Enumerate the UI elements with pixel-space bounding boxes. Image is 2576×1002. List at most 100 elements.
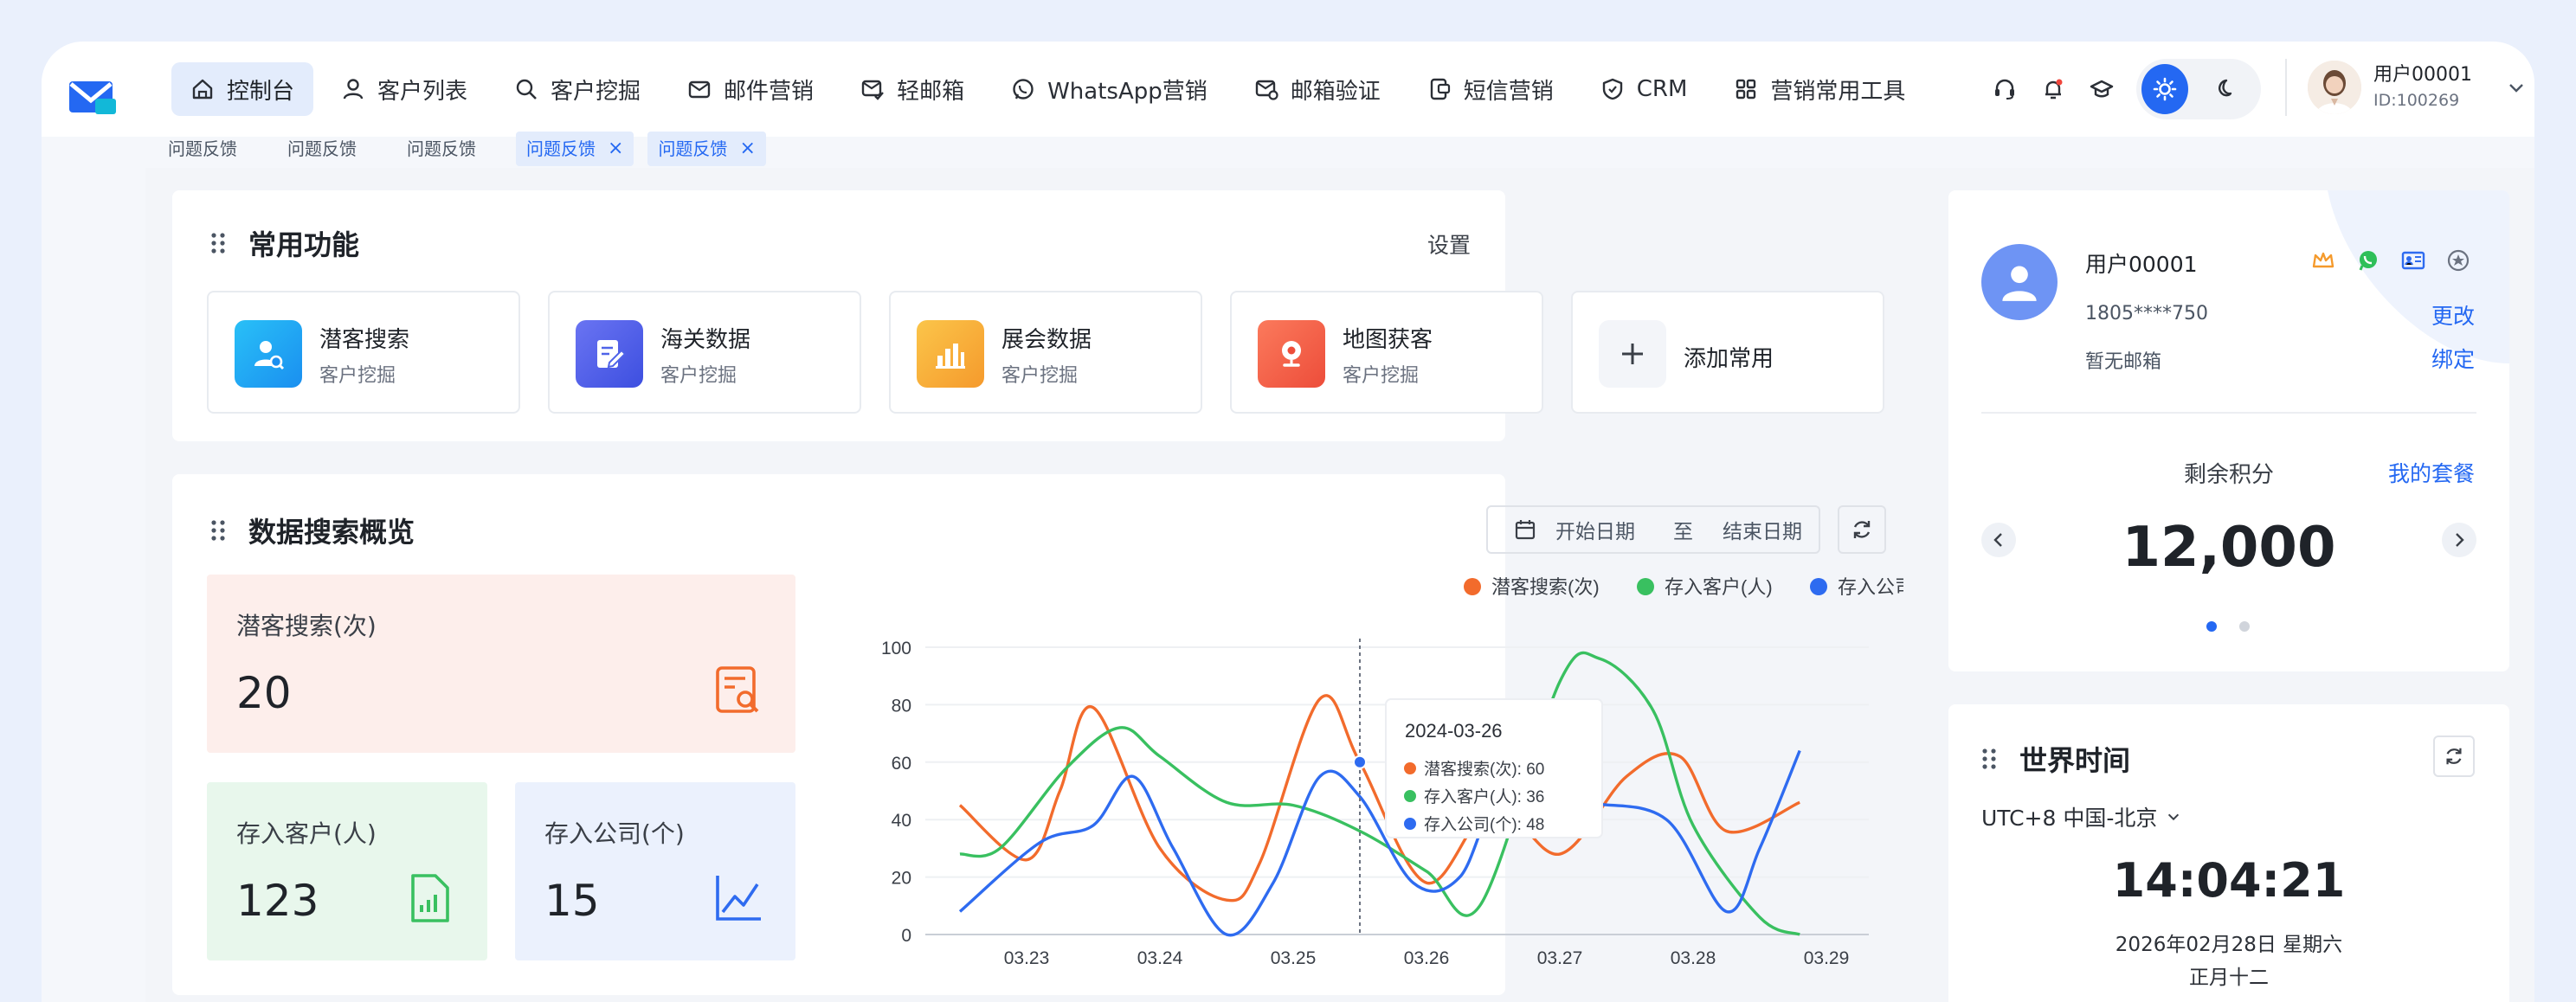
calendar-icon bbox=[1515, 520, 1536, 540]
tooltip-line: 潜客搜索(次): 60 bbox=[1424, 760, 1544, 779]
page-tab[interactable]: 问题反馈 bbox=[396, 132, 486, 166]
user-search-icon bbox=[254, 341, 285, 370]
tooltip-date: 2024-03-26 bbox=[1405, 720, 1503, 742]
y-tick-label: 0 bbox=[901, 926, 911, 946]
carousel-dot-active[interactable] bbox=[2206, 621, 2217, 632]
whatsapp-icon[interactable] bbox=[2355, 247, 2381, 273]
account-avatar bbox=[1981, 244, 2058, 320]
refresh-time-button[interactable] bbox=[2433, 735, 2475, 777]
nav-label: 邮件营销 bbox=[724, 78, 815, 105]
points-next-button[interactable] bbox=[2442, 523, 2476, 557]
close-icon[interactable]: × bbox=[739, 132, 755, 166]
tooltip-line: 存入公司(个): 48 bbox=[1424, 815, 1544, 834]
legend-marker bbox=[1637, 578, 1654, 595]
function-prospect-search[interactable]: 潜客搜索 客户挖掘 bbox=[207, 291, 520, 414]
date-range-separator: 至 bbox=[1673, 521, 1693, 543]
function-icon-tile bbox=[1599, 320, 1666, 388]
function-exhibition-data[interactable]: 展会数据 客户挖掘 bbox=[889, 291, 1202, 414]
add-common-function-button[interactable]: 添加常用 bbox=[1571, 291, 1884, 414]
page-tab-label: 问题反馈 bbox=[658, 138, 728, 159]
dark-mode-button[interactable] bbox=[2199, 64, 2245, 114]
moon-icon bbox=[2219, 79, 2232, 97]
end-date-input[interactable]: 结束日期 bbox=[1723, 515, 1802, 544]
function-customs-data[interactable]: 海关数据 客户挖掘 bbox=[548, 291, 861, 414]
series-line bbox=[958, 694, 1800, 902]
shield-icon bbox=[1602, 78, 1622, 100]
stat-value: 20 bbox=[236, 668, 292, 718]
whatsapp-icon bbox=[1013, 79, 1034, 100]
page-tab-active[interactable]: 问题反馈 × bbox=[647, 132, 766, 166]
settings-link[interactable]: 设置 bbox=[1427, 228, 1471, 260]
legend-label: 存入公司(个) bbox=[1838, 576, 1903, 598]
nav-sms-marketing[interactable]: 短信营销 bbox=[1408, 62, 1573, 116]
nav-label: WhatsApp营销 bbox=[1047, 78, 1208, 105]
chevron-down-icon[interactable] bbox=[2507, 78, 2526, 97]
nav-marketing-tools[interactable]: 营销常用工具 bbox=[1715, 62, 1924, 116]
change-phone-link[interactable]: 更改 bbox=[2431, 299, 2475, 331]
my-plan-link[interactable]: 我的套餐 bbox=[2388, 457, 2475, 488]
page-tabs: 问题反馈 问题反馈 问题反馈 问题反馈 × 问题反馈 × bbox=[158, 130, 780, 168]
main-content: 常用功能 设置 潜客搜索 客户挖掘 海关数据 客户挖掘 展会数据 客户挖掘 地图… bbox=[145, 168, 2534, 1002]
nav-customer-mining[interactable]: 客户挖掘 bbox=[495, 62, 660, 116]
chart-tooltip: 2024-03-26 潜客搜索(次): 60 存入客户(人): 36 存入公司(个):… bbox=[1353, 639, 1603, 935]
chevron-down-icon bbox=[2168, 813, 2180, 821]
function-icon-tile bbox=[235, 320, 302, 388]
y-tick-label: 80 bbox=[892, 696, 911, 716]
function-map-leads[interactable]: 地图获客 客户挖掘 bbox=[1230, 291, 1543, 414]
user-icon bbox=[2002, 266, 2037, 301]
account-email: 暂无邮箱 bbox=[2085, 351, 2162, 373]
close-icon[interactable]: × bbox=[608, 132, 623, 166]
nav-email-marketing[interactable]: 邮件营销 bbox=[668, 62, 833, 116]
page-tab[interactable]: 问题反馈 bbox=[277, 132, 367, 166]
crown-icon[interactable] bbox=[2310, 247, 2336, 273]
nav-whatsapp-marketing[interactable]: WhatsApp营销 bbox=[992, 62, 1227, 116]
notifications-button[interactable] bbox=[2029, 65, 2077, 113]
page-tab-active[interactable]: 问题反馈 × bbox=[516, 132, 634, 166]
nav-customer-list[interactable]: 客户列表 bbox=[322, 62, 486, 116]
user-menu[interactable]: 用户00001 ID:100269 bbox=[2308, 61, 2526, 114]
nav-crm[interactable]: CRM bbox=[1581, 62, 1707, 116]
divider bbox=[2285, 59, 2287, 116]
refresh-button[interactable] bbox=[1838, 505, 1886, 554]
section-title: 世界时间 bbox=[2019, 744, 2131, 777]
page-tab[interactable]: 问题反馈 bbox=[158, 132, 248, 166]
map-pin-icon bbox=[1282, 341, 1301, 367]
date-range-picker[interactable]: 开始日期 至 结束日期 bbox=[1486, 505, 1820, 554]
function-title: 潜客搜索 bbox=[319, 327, 410, 353]
drag-handle-icon[interactable] bbox=[210, 232, 226, 254]
nav-email-verify[interactable]: 邮箱验证 bbox=[1235, 62, 1400, 116]
nav-label: 客户列表 bbox=[377, 78, 468, 105]
account-phone: 1805****750 bbox=[2085, 303, 2208, 324]
refresh-icon bbox=[2446, 748, 2462, 765]
bar-chart-icon bbox=[936, 344, 965, 369]
document-edit-icon bbox=[597, 340, 627, 369]
function-subtitle: 客户挖掘 bbox=[660, 365, 737, 387]
trend-chart-icon bbox=[716, 876, 761, 921]
search-document-icon bbox=[716, 666, 759, 713]
carousel-dot[interactable] bbox=[2239, 621, 2250, 632]
function-icon-tile bbox=[576, 320, 643, 388]
bind-email-link[interactable]: 绑定 bbox=[2431, 343, 2475, 374]
drag-handle-icon[interactable] bbox=[210, 519, 226, 542]
y-tick-label: 20 bbox=[892, 869, 911, 889]
drag-handle-icon[interactable] bbox=[1981, 748, 1997, 770]
header-tools bbox=[1980, 59, 2261, 119]
badge-icon[interactable] bbox=[2445, 247, 2471, 273]
sun-icon bbox=[2153, 77, 2177, 101]
light-mode-button[interactable] bbox=[2141, 64, 2188, 114]
nav-dashboard[interactable]: 控制台 bbox=[171, 62, 314, 116]
x-tick-label: 03.27 bbox=[1537, 948, 1583, 968]
academy-button[interactable] bbox=[2077, 65, 2126, 113]
stat-card-saved-companies: 存入公司(个) 15 bbox=[515, 782, 795, 960]
app-logo-icon[interactable] bbox=[68, 76, 118, 118]
id-card-icon[interactable] bbox=[2400, 247, 2426, 273]
current-date: 2026年02月28日 星期六 bbox=[2115, 934, 2343, 956]
start-date-input[interactable]: 开始日期 bbox=[1555, 515, 1635, 544]
y-tick-label: 60 bbox=[892, 754, 911, 774]
search-icon bbox=[516, 79, 537, 100]
theme-switch[interactable] bbox=[2136, 59, 2261, 119]
nav-label: 轻邮箱 bbox=[897, 78, 965, 105]
support-button[interactable] bbox=[1980, 65, 2029, 113]
nav-light-mailbox[interactable]: 轻邮箱 bbox=[841, 62, 983, 116]
timezone-select[interactable]: UTC+8 中国-北京 bbox=[1981, 801, 2181, 832]
